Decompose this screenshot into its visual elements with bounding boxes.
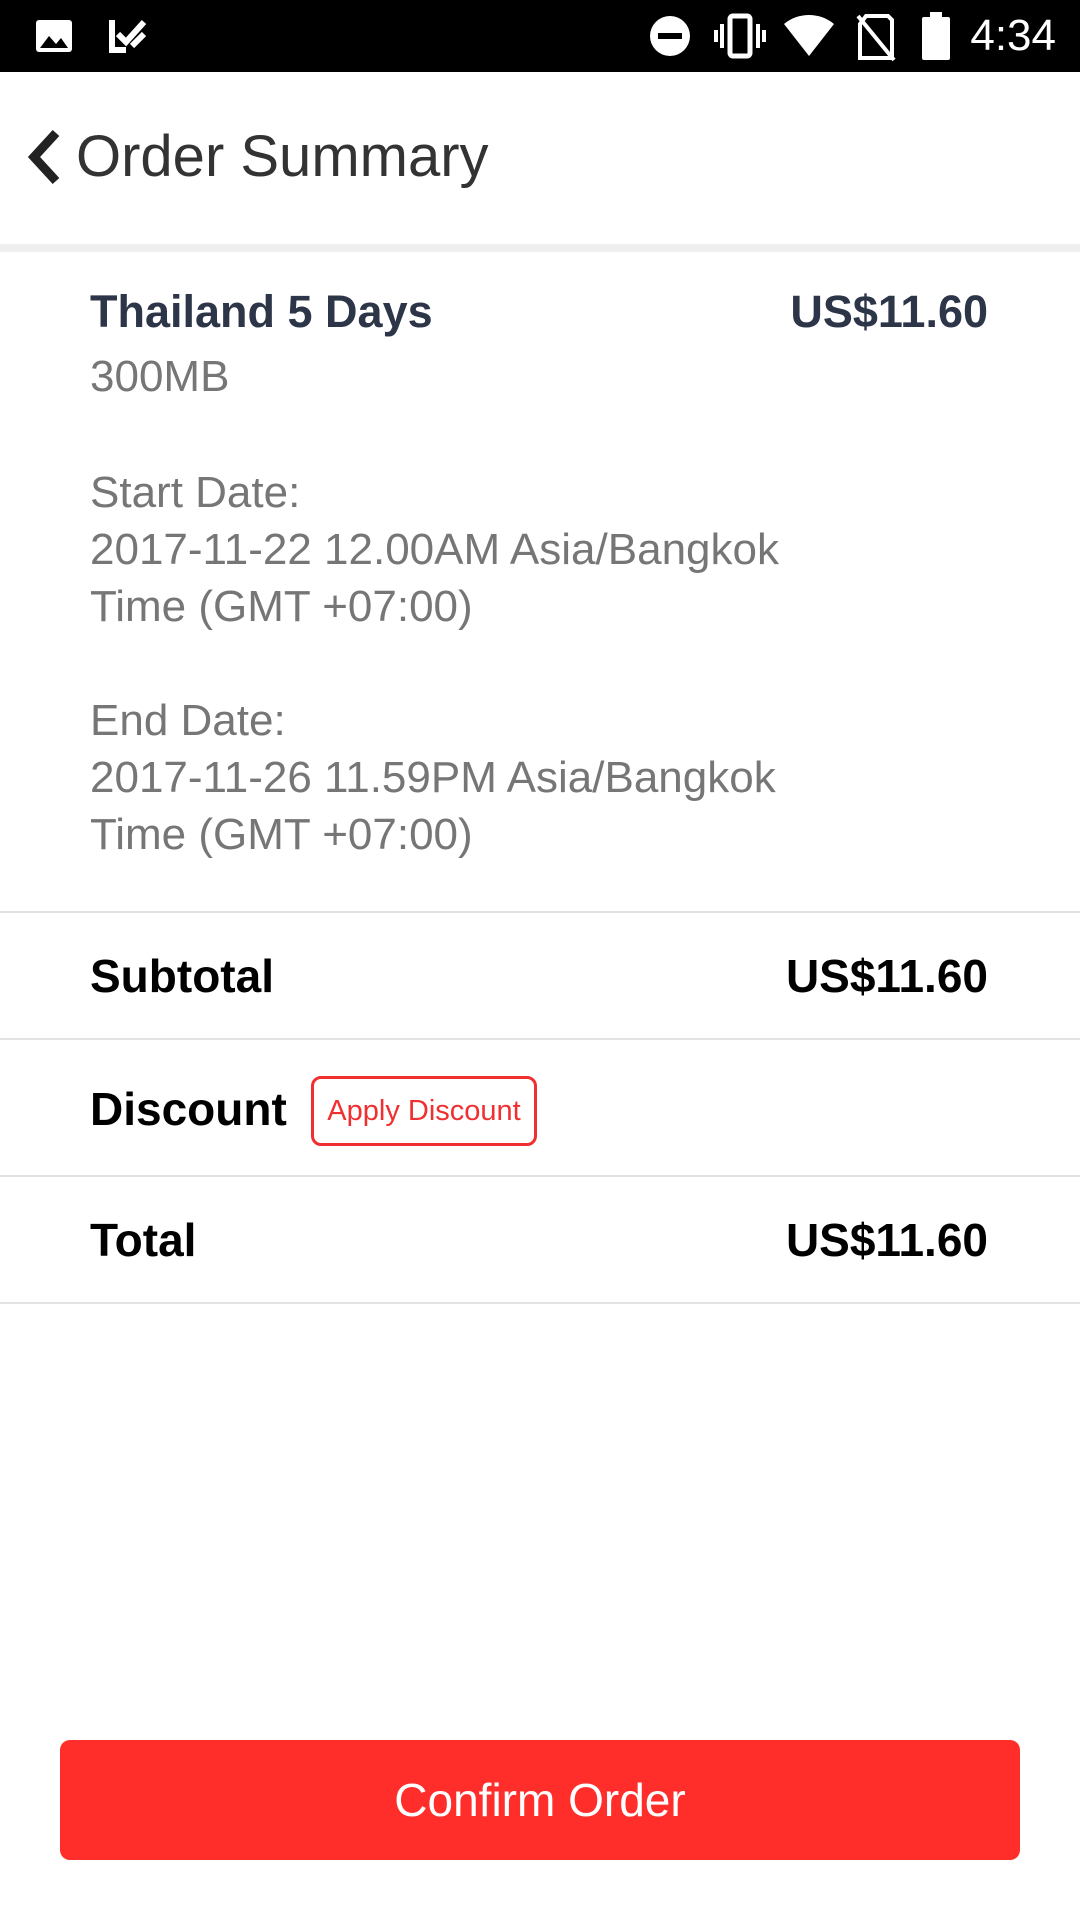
- discount-label: Discount: [90, 1083, 287, 1135]
- do-not-disturb-icon: [648, 14, 692, 58]
- wifi-icon: [782, 12, 836, 58]
- checklist-icon: [104, 12, 152, 60]
- divider: [0, 1302, 1080, 1304]
- total-value: US$11.60: [785, 1214, 988, 1266]
- status-bar: 4:34: [0, 0, 1080, 72]
- start-date-label: Start Date:: [90, 468, 301, 517]
- subtotal-label: Subtotal: [90, 950, 274, 1002]
- end-date-timezone: Time (GMT +07:00): [90, 810, 473, 859]
- apply-discount-button[interactable]: Apply Discount: [311, 1076, 537, 1146]
- end-date-value: 2017-11-26 11.59PM Asia/Bangkok: [90, 753, 776, 802]
- header-divider: [0, 244, 1080, 252]
- total-row: Total US$11.60: [0, 1178, 1080, 1302]
- page-title: Order Summary: [76, 124, 489, 189]
- subtotal-row: Subtotal US$11.60: [0, 914, 1080, 1038]
- confirm-order-button[interactable]: Confirm Order: [60, 1740, 1020, 1860]
- no-sim-icon: [856, 12, 896, 62]
- app-header: Order Summary: [0, 72, 1080, 244]
- divider: [0, 911, 1080, 913]
- discount-row: Discount Apply Discount: [0, 1044, 1080, 1174]
- status-time: 4:34: [970, 11, 1056, 60]
- vibrate-icon: [712, 12, 768, 60]
- image-icon: [34, 16, 74, 56]
- subtotal-value: US$11.60: [785, 950, 988, 1002]
- start-date-timezone: Time (GMT +07:00): [90, 582, 473, 631]
- product-name: Thailand 5 Days: [90, 286, 433, 337]
- data-allowance: 300MB: [90, 352, 230, 401]
- start-date: Start Date: 2017-11-22 12.00AM Asia/Bang…: [90, 464, 779, 635]
- divider: [0, 1175, 1080, 1177]
- back-button[interactable]: Order Summary: [22, 122, 489, 192]
- end-date: End Date: 2017-11-26 11.59PM Asia/Bangko…: [90, 692, 776, 863]
- chevron-left-icon[interactable]: [22, 127, 66, 187]
- total-label: Total: [90, 1214, 197, 1266]
- divider: [0, 1038, 1080, 1040]
- battery-icon: [920, 10, 952, 62]
- product-price: US$11.60: [790, 286, 988, 337]
- start-date-value: 2017-11-22 12.00AM Asia/Bangkok: [90, 525, 779, 574]
- order-item: Thailand 5 Days US$11.60 300MB Start Dat…: [0, 252, 1080, 912]
- end-date-label: End Date:: [90, 696, 286, 745]
